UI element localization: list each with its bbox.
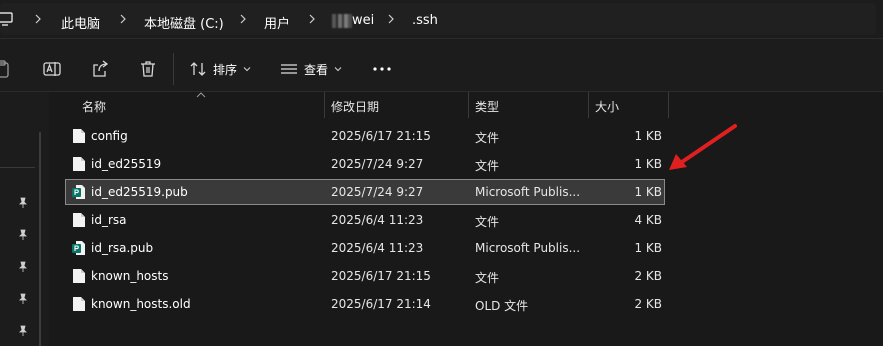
- rename-icon[interactable]: [42, 59, 62, 79]
- breadcrumb-local-disk[interactable]: 本地磁盘 (C:): [144, 13, 224, 32]
- file-type: 文件: [475, 215, 500, 229]
- column-header-type[interactable]: 类型: [469, 92, 588, 118]
- file-size: 4 KB: [634, 213, 662, 227]
- address-bar: 此电脑 本地磁盘 (C:) 用户 wei .ssh: [0, 0, 883, 39]
- file-row-selected[interactable]: id_ed25519.pub 2025/7/24 9:27 Microsoft …: [65, 179, 665, 205]
- publisher-file-icon: [72, 241, 85, 255]
- sort-button[interactable]: 排序: [189, 58, 251, 80]
- nav-divider: [0, 167, 35, 168]
- file-row[interactable]: config 2025/6/17 21:15 文件 1 KB: [66, 124, 664, 148]
- file-name: id_rsa: [91, 213, 127, 227]
- toolbar-divider: [173, 53, 174, 85]
- sort-label: 排序: [213, 62, 238, 77]
- file-size: 1 KB: [634, 157, 662, 171]
- publisher-file-icon: [72, 185, 85, 199]
- column-header-name[interactable]: 名称: [70, 92, 324, 118]
- blank-file-icon: [73, 129, 85, 143]
- file-row[interactable]: id_rsa 2025/6/4 11:23 文件 4 KB: [66, 208, 664, 232]
- command-bar: 排序 查看: [0, 39, 883, 92]
- pin-icon[interactable]: [17, 229, 29, 241]
- paste-icon[interactable]: [0, 59, 12, 79]
- column-name-label: 名称: [82, 100, 107, 114]
- blank-file-icon: [73, 269, 85, 283]
- chevron-down-icon: [334, 67, 342, 72]
- delete-icon[interactable]: [138, 59, 158, 79]
- chevron-right-icon[interactable]: [386, 12, 396, 26]
- file-size: 2 KB: [634, 297, 662, 311]
- this-pc-icon[interactable]: [0, 12, 13, 26]
- share-icon[interactable]: [90, 59, 110, 79]
- file-name: known_hosts.old: [91, 297, 191, 311]
- column-header-modified[interactable]: 修改日期: [325, 92, 468, 118]
- file-size: 1 KB: [634, 241, 662, 255]
- pin-icon[interactable]: [17, 261, 29, 273]
- breadcrumb-ssh[interactable]: .ssh: [412, 13, 438, 28]
- breadcrumb[interactable]: 此电脑 本地磁盘 (C:) 用户 wei .ssh: [0, 3, 876, 35]
- chevron-right-icon[interactable]: [33, 12, 43, 26]
- file-row[interactable]: id_rsa.pub 2025/6/4 11:23 Microsoft Publ…: [66, 236, 664, 260]
- file-row[interactable]: id_ed25519 2025/7/24 9:27 文件 1 KB: [66, 152, 664, 176]
- sort-icon: [190, 62, 206, 76]
- file-row[interactable]: known_hosts 2025/6/17 21:15 文件 2 KB: [66, 264, 664, 288]
- file-row[interactable]: known_hosts.old 2025/6/17 21:14 OLD 文件 2…: [66, 292, 664, 316]
- file-modified: 2025/6/4 11:23: [331, 241, 424, 255]
- view-button[interactable]: 查看: [280, 58, 342, 80]
- view-list-icon: [281, 64, 297, 74]
- file-size: 2 KB: [634, 269, 662, 283]
- blank-file-icon: [73, 297, 85, 311]
- file-modified: 2025/6/17 21:15: [331, 269, 431, 283]
- more-options-icon[interactable]: [373, 67, 391, 71]
- pin-icon[interactable]: [17, 197, 29, 209]
- file-list: 名称 修改日期 类型 大小 config 2025/6/17 21:15 文件 …: [50, 92, 883, 346]
- red-arrow-annotation: [669, 124, 737, 170]
- file-modified: 2025/6/17 21:15: [331, 129, 431, 143]
- redacted-username-blur: [332, 14, 352, 28]
- file-type: Microsoft Publis...: [475, 185, 581, 199]
- file-modified: 2025/7/24 9:27: [331, 157, 424, 171]
- pin-icon[interactable]: [17, 325, 29, 337]
- file-type: 文件: [475, 159, 500, 173]
- file-modified: 2025/6/4 11:23: [331, 213, 424, 227]
- column-type-label: 类型: [475, 100, 500, 114]
- blank-file-icon: [73, 157, 85, 171]
- pin-icon[interactable]: [17, 293, 29, 305]
- column-resize-handle[interactable]: [668, 92, 669, 118]
- file-name: id_rsa.pub: [91, 241, 154, 255]
- file-name: config: [91, 129, 128, 143]
- view-label: 查看: [304, 62, 329, 77]
- breadcrumb-this-pc[interactable]: 此电脑: [61, 13, 100, 32]
- nav-pane-scrollbar[interactable]: [39, 132, 41, 346]
- file-name: id_ed25519.pub: [91, 185, 188, 199]
- file-size: 1 KB: [634, 129, 662, 143]
- chevron-right-icon[interactable]: [238, 12, 248, 26]
- file-size: 1 KB: [634, 185, 662, 199]
- file-type: 文件: [475, 271, 500, 285]
- breadcrumb-user-folder[interactable]: wei: [352, 13, 374, 28]
- breadcrumb-users[interactable]: 用户: [264, 13, 290, 32]
- chevron-down-icon: [243, 67, 251, 72]
- file-modified: 2025/7/24 9:27: [331, 185, 424, 199]
- chevron-right-icon[interactable]: [307, 12, 317, 26]
- chevron-right-icon[interactable]: [118, 12, 128, 26]
- file-type: Microsoft Publis...: [475, 241, 581, 255]
- navigation-pane: [0, 92, 49, 346]
- file-type: 文件: [475, 131, 500, 145]
- file-name: known_hosts: [91, 269, 169, 283]
- column-size-label: 大小: [595, 100, 620, 114]
- file-name: id_ed25519: [91, 157, 162, 171]
- column-header-size[interactable]: 大小: [589, 92, 668, 118]
- blank-file-icon: [73, 213, 85, 227]
- file-modified: 2025/6/17 21:14: [331, 297, 431, 311]
- column-modified-label: 修改日期: [331, 100, 380, 114]
- file-type: OLD 文件: [475, 299, 529, 313]
